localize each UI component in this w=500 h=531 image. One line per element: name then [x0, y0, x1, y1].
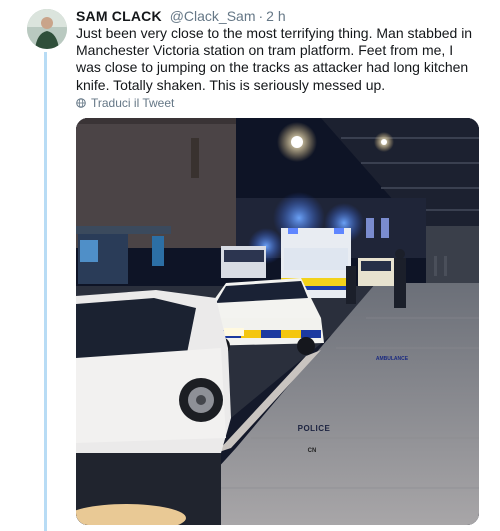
photo-scene — [76, 118, 479, 525]
globe-icon — [76, 98, 86, 108]
display-name[interactable]: SAM CLACK — [76, 8, 162, 24]
avatar-image — [27, 9, 67, 49]
tweet-header: SAM CLACK @Clack_Sam · 2 h — [76, 8, 286, 24]
translate-tweet-link[interactable]: Traduci il Tweet — [76, 96, 174, 110]
police-car-label: POLICE — [297, 424, 331, 433]
license-plate: CN — [307, 448, 317, 454]
ambulance-label: AMBULANCE — [375, 356, 409, 362]
separator-dot: · — [258, 8, 264, 24]
user-handle[interactable]: @Clack_Sam — [170, 8, 256, 24]
avatar[interactable] — [27, 9, 67, 49]
tweet-photo[interactable]: POLICE AMBULANCE CN — [76, 118, 479, 525]
thread-connector-line — [44, 52, 47, 531]
tweet-timestamp[interactable]: 2 h — [266, 8, 285, 24]
tweet-text: Just been very close to the most terrify… — [76, 25, 473, 93]
translate-label: Traduci il Tweet — [91, 96, 175, 110]
